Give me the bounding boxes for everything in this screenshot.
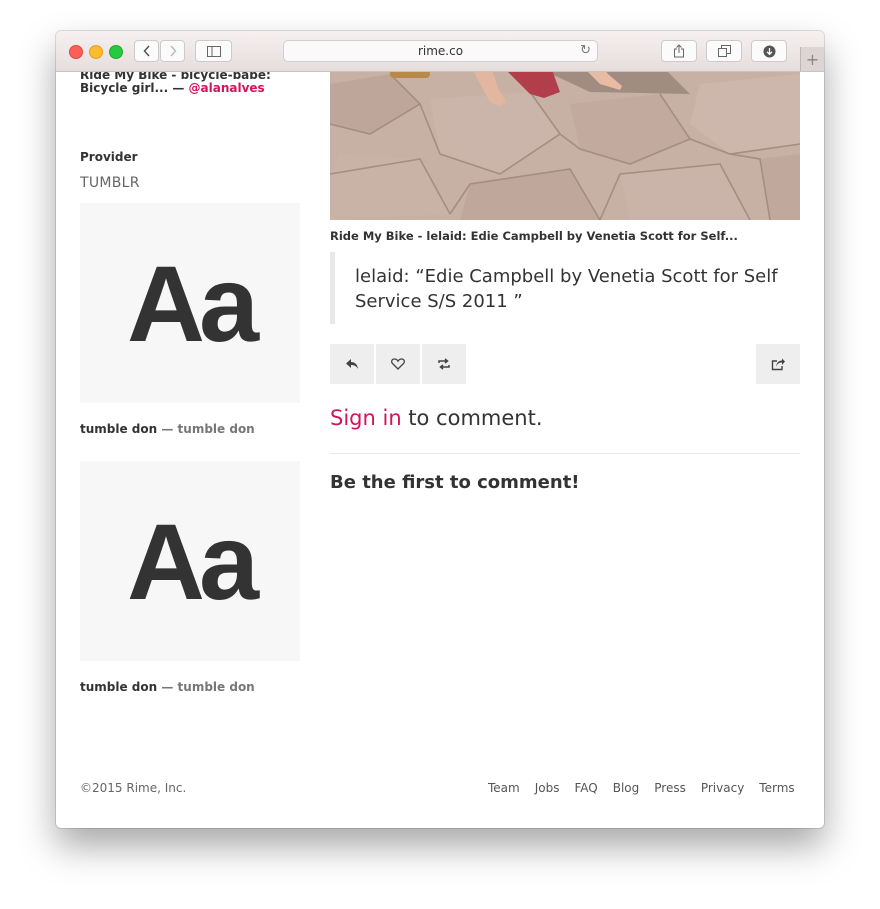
author-handle-link[interactable]: @alanalves xyxy=(189,81,265,95)
related-caption[interactable]: tumble don — tumble don xyxy=(80,680,255,694)
reply-button[interactable] xyxy=(330,344,374,384)
provider-value: TUMBLR xyxy=(80,175,140,191)
signin-prompt: Sign in to comment. xyxy=(330,406,543,430)
back-icon xyxy=(142,45,150,57)
post-title[interactable]: Ride My Bike - lelaid: Edie Campbell by … xyxy=(330,229,738,243)
reload-icon[interactable]: ↻ xyxy=(580,43,591,58)
share-button[interactable] xyxy=(661,40,697,62)
browser-toolbar: rime.co ↻ + xyxy=(56,31,824,72)
share-icon xyxy=(771,358,785,370)
footer-link-blog[interactable]: Blog xyxy=(613,781,640,795)
repost-button[interactable] xyxy=(422,344,466,384)
footer-link-faq[interactable]: FAQ xyxy=(574,781,597,795)
related-post-credit: Ride My Bike - bicycle-babe: Bicycle gir… xyxy=(80,72,305,95)
empty-comments-message: Be the first to comment! xyxy=(330,472,580,493)
footer-link-press[interactable]: Press xyxy=(654,781,686,795)
tabs-button[interactable] xyxy=(706,40,742,62)
provider-label: Provider xyxy=(80,150,138,164)
related-caption[interactable]: tumble don — tumble don xyxy=(80,422,255,436)
back-button[interactable] xyxy=(134,40,159,62)
forward-icon xyxy=(169,45,177,57)
share-icon xyxy=(674,44,684,58)
footer-nav: Team Jobs FAQ Blog Press Privacy Terms xyxy=(488,781,810,795)
font-glyph: Aa xyxy=(126,500,259,622)
browser-window: rime.co ↻ + Ride My Bike - bicycle-babe:… xyxy=(56,31,824,828)
sidebar-toggle-button[interactable] xyxy=(195,40,232,62)
tabs-icon xyxy=(717,45,731,57)
font-glyph: Aa xyxy=(126,242,259,364)
post-photo[interactable] xyxy=(330,72,800,220)
copyright: ©2015 Rime, Inc. xyxy=(80,781,187,795)
footer-link-team[interactable]: Team xyxy=(488,781,520,795)
repost-icon xyxy=(438,358,450,370)
zoom-window-button[interactable] xyxy=(109,45,123,59)
footer-link-jobs[interactable]: Jobs xyxy=(535,781,560,795)
like-button[interactable] xyxy=(376,344,420,384)
related-thumbnail[interactable]: Aa xyxy=(80,461,300,661)
heart-icon xyxy=(391,358,405,370)
downloads-icon xyxy=(763,45,775,57)
footer-link-terms[interactable]: Terms xyxy=(759,781,794,795)
reply-icon xyxy=(346,359,358,369)
related-thumbnail[interactable]: Aa xyxy=(80,203,300,403)
url-text: rime.co xyxy=(417,44,464,58)
address-bar[interactable]: rime.co ↻ xyxy=(283,40,598,62)
divider xyxy=(330,453,800,454)
signin-link[interactable]: Sign in xyxy=(330,406,402,430)
share-post-button[interactable] xyxy=(756,344,800,384)
sidebar-icon xyxy=(206,45,221,57)
new-tab-icon[interactable]: + xyxy=(800,47,824,71)
minimize-window-button[interactable] xyxy=(89,45,103,59)
forward-button[interactable] xyxy=(160,40,185,62)
page-content: Ride My Bike - bicycle-babe: Bicycle gir… xyxy=(56,72,824,828)
downloads-button[interactable] xyxy=(751,40,787,62)
post-quote: lelaid: “Edie Campbell by Venetia Scott … xyxy=(330,252,800,324)
footer-link-privacy[interactable]: Privacy xyxy=(701,781,744,795)
close-window-button[interactable] xyxy=(69,45,83,59)
